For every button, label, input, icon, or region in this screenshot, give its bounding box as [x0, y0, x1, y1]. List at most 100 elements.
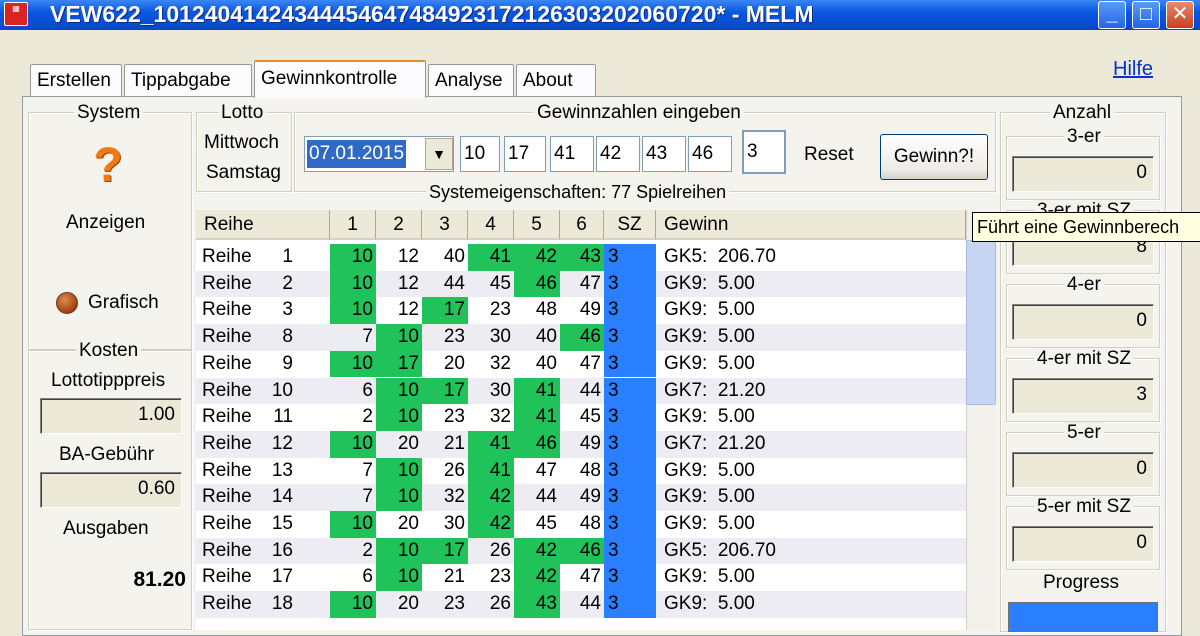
row-superzahl: 3 [604, 324, 656, 351]
tab-tippabgabe[interactable]: Tippabgabe [124, 64, 252, 96]
table-row[interactable]: Reihe 9 10 17 20 32 40 47 3 GK9: 5.00 [196, 350, 966, 378]
row-number-cell: 42 [514, 564, 560, 592]
row-number-cell: 6 [362, 566, 373, 588]
row-label: Reihe [202, 566, 252, 588]
row-number: 13 [271, 459, 293, 481]
tab-erstellen[interactable]: Erstellen [30, 64, 122, 96]
winning-number-4[interactable]: 42 [596, 136, 640, 172]
grafisch-radio-icon[interactable] [56, 292, 78, 314]
tab-gewinnkontrolle[interactable]: Gewinnkontrolle [254, 60, 426, 98]
row-superzahl: 3 [604, 537, 656, 565]
table-row[interactable]: Reihe 14 7 10 32 42 44 49 3 GK9: 5.00 [196, 484, 966, 511]
table-row[interactable]: Reihe 1 10 12 40 41 42 43 3 GK5: 206.70 [196, 244, 966, 271]
row-number: 15 [271, 513, 293, 534]
row-number-cell: 12 [397, 299, 419, 321]
system-properties: Systemeigenschaften: 77 Spielreihen [426, 182, 730, 203]
row-gewinn: GK9: 5.00 [664, 459, 755, 481]
lottotipppreis-label: Lottotipppreis [48, 370, 169, 392]
row-number-cell: 23 [443, 593, 465, 615]
question-icon[interactable]: ? [88, 138, 128, 194]
header-3[interactable]: 3 [422, 210, 468, 240]
row-number: 1 [282, 246, 293, 267]
row-label: Reihe [202, 593, 252, 615]
maximize-button[interactable]: □ [1132, 1, 1160, 29]
scrollbar-thumb[interactable] [966, 240, 996, 405]
row-number-cell: 23 [489, 299, 511, 321]
help-link[interactable]: Hilfe [1113, 58, 1153, 81]
tab-about[interactable]: About [516, 64, 596, 96]
winning-number-5[interactable]: 43 [642, 136, 686, 172]
header-1[interactable]: 1 [330, 210, 376, 240]
row-number: 12 [271, 432, 293, 454]
table-row[interactable]: Reihe 15 10 20 30 42 45 48 3 GK9: 5.00 [196, 511, 966, 538]
row-number-cell: 42 [514, 244, 560, 271]
row-label: Reihe [202, 299, 252, 321]
row-number-cell: 49 [579, 432, 601, 454]
table-row[interactable]: Reihe 2 10 12 44 45 46 47 3 GK9: 5.00 [196, 270, 966, 298]
header-6[interactable]: 6 [560, 210, 604, 240]
row-number-cell: 47 [579, 352, 601, 374]
row-number-cell: 45 [489, 272, 511, 294]
table-row[interactable]: Reihe 18 10 20 23 26 43 44 3 GK9: 5.00 [196, 591, 966, 618]
row-number-cell: 44 [535, 486, 557, 508]
table-body: Reihe 1 10 12 40 41 42 43 3 GK5: 206.70 Reihe 2 10 12… [196, 244, 966, 630]
table-row[interactable]: Reihe 17 6 10 21 23 42 47 3 GK9: 5.00 [196, 564, 966, 592]
table-row[interactable]: Reihe 13 7 10 26 41 47 48 3 GK9: 5.00 [196, 457, 966, 485]
system-legend: System [74, 102, 144, 124]
row-gewinn: GK9: 5.00 [664, 299, 755, 321]
minimize-button[interactable]: _ [1098, 1, 1126, 29]
header-gewinn[interactable]: Gewinn [656, 210, 966, 240]
row-number-cell: 10 [376, 324, 422, 351]
samstag-option[interactable]: Samstag [206, 162, 281, 184]
table-row[interactable]: Reihe 3 10 12 17 23 48 49 3 GK9: 5.00 [196, 297, 966, 325]
anzahl-legend: Anzahl [1050, 102, 1115, 124]
row-number-cell: 41 [468, 430, 514, 458]
tooltip: Führt eine Gewinnberech [972, 212, 1200, 242]
row-number-cell: 7 [362, 459, 373, 481]
row-number-cell: 20 [397, 432, 419, 454]
row-label: Reihe [202, 432, 252, 454]
header-2[interactable]: 2 [376, 210, 422, 240]
reset-button[interactable]: Reset [804, 144, 854, 166]
winning-number-6[interactable]: 46 [688, 136, 732, 172]
table-row[interactable]: Reihe 10 6 10 17 30 41 44 3 GK7: 21.20 [196, 377, 966, 405]
table-row[interactable]: Reihe 8 7 10 23 30 40 46 3 GK9: 5.00 [196, 324, 966, 351]
row-number-cell: 46 [560, 324, 604, 351]
close-button[interactable]: ✕ [1166, 1, 1194, 29]
row-number-cell: 7 [362, 326, 373, 348]
header-reihe[interactable]: Reihe [196, 210, 330, 240]
header-4[interactable]: 4 [468, 210, 514, 240]
row-number-cell: 2 [362, 406, 373, 428]
row-superzahl: 3 [604, 244, 656, 271]
chevron-down-icon[interactable]: ▼ [425, 138, 453, 170]
results-table[interactable]: Reihe 1 2 3 4 5 6 SZ Gewinn Reihe 1 10 12 40… [196, 210, 966, 630]
gewinn-button[interactable]: Gewinn?! [880, 134, 988, 180]
tab-analyse[interactable]: Analyse [428, 64, 514, 96]
header-5[interactable]: 5 [514, 210, 560, 240]
row-number: 16 [271, 539, 293, 561]
table-row[interactable]: Reihe 12 10 20 21 41 46 49 3 GK7: 21.20 [196, 430, 966, 458]
date-select[interactable]: 07.01.2015 ▼ [304, 136, 454, 172]
row-number-cell: 42 [468, 511, 514, 538]
row-gewinn: GK5: 206.70 [664, 246, 776, 267]
winning-number-1[interactable]: 10 [460, 136, 500, 172]
row-number-cell: 21 [443, 566, 465, 588]
row-number-cell: 10 [330, 297, 376, 325]
window-title: VEW622_101240414243444546474849231721263… [50, 1, 814, 27]
title-bar[interactable]: ▦ VEW622_1012404142434445464748492317212… [0, 0, 1200, 30]
header-sz[interactable]: SZ [604, 210, 656, 240]
row-number-cell: 12 [397, 246, 419, 267]
row-number: 8 [282, 326, 293, 348]
row-number-cell: 41 [514, 377, 560, 405]
winning-number-3[interactable]: 41 [550, 136, 594, 172]
show-system-button[interactable]: Anzeigen [66, 212, 145, 234]
anzahl-item-label: 4-er [1064, 274, 1104, 296]
date-value: 07.01.2015 [307, 140, 407, 168]
superzahl-input[interactable]: 3 [742, 130, 786, 174]
mittwoch-option[interactable]: Mittwoch [204, 132, 279, 154]
table-row[interactable]: Reihe 11 2 10 23 32 41 45 3 GK9: 5.00 [196, 404, 966, 431]
table-row[interactable]: Reihe 16 2 10 17 26 42 46 3 GK5: 206.70 [196, 537, 966, 565]
kosten-legend: Kosten [76, 340, 142, 362]
winning-number-2[interactable]: 17 [504, 136, 546, 172]
row-number-cell: 46 [514, 270, 560, 298]
